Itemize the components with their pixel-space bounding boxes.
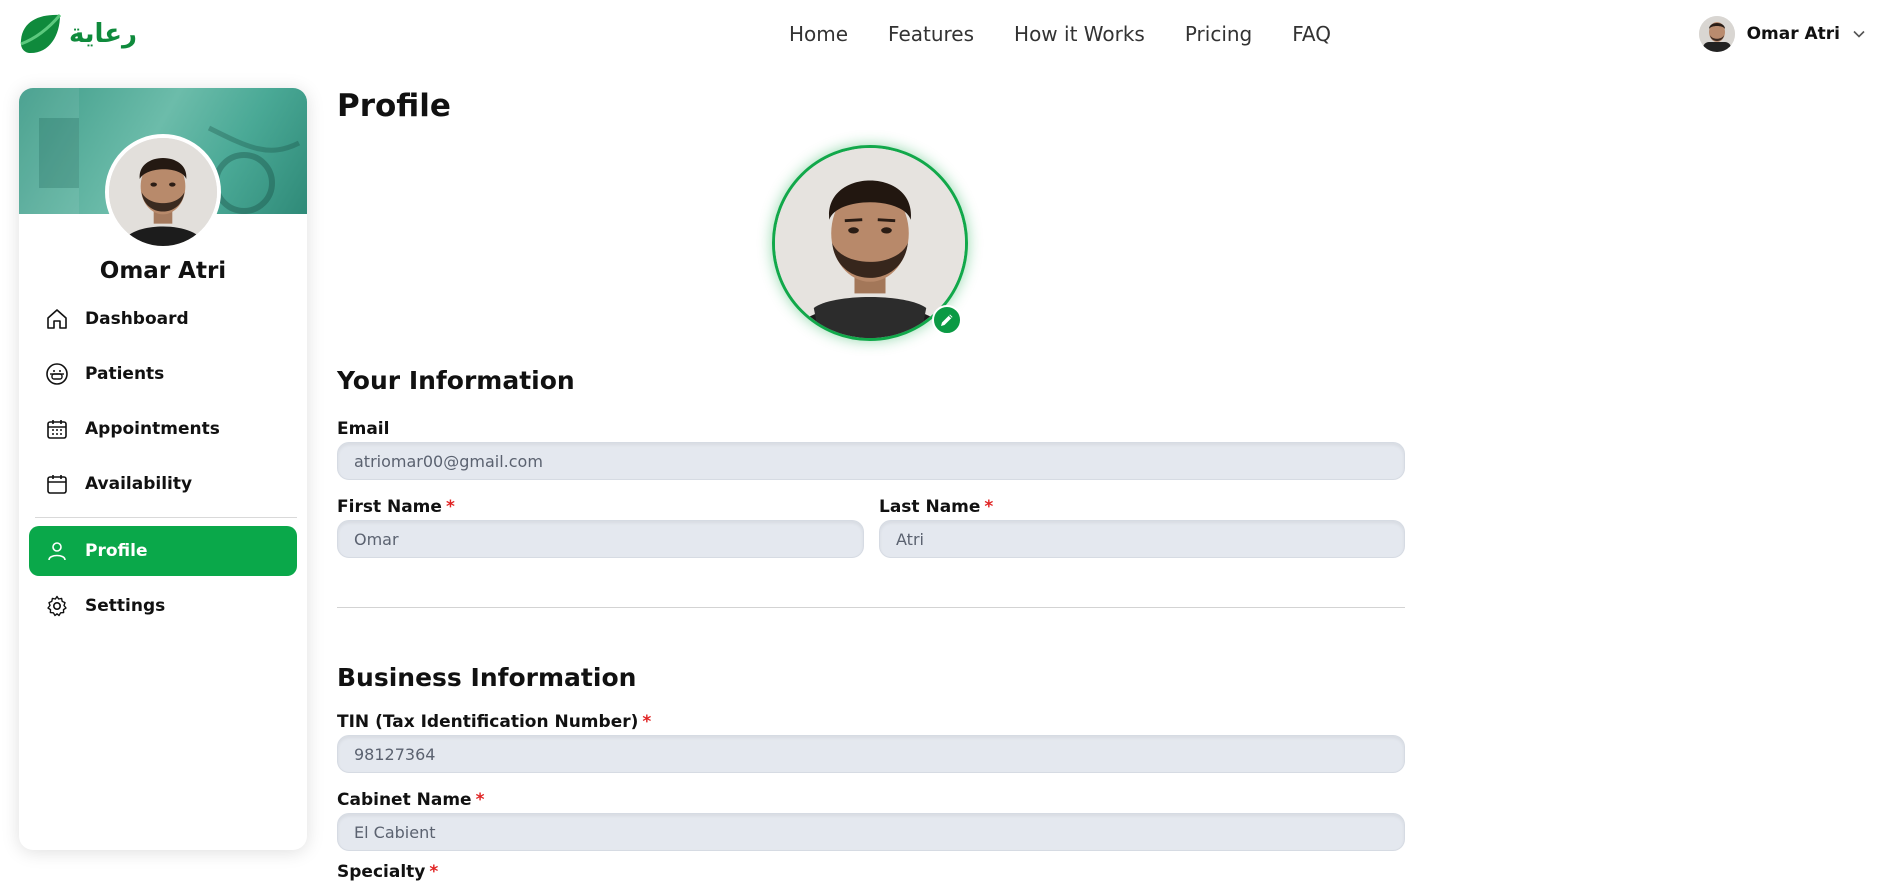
sidebar: Omar Atri Dashboard Patients Appointment… bbox=[19, 88, 307, 850]
sidebar-item-patients[interactable]: Patients bbox=[29, 349, 297, 399]
calendar-grid-icon bbox=[47, 420, 67, 439]
user-menu[interactable]: Omar Atri bbox=[1698, 14, 1866, 54]
required-mark: * bbox=[642, 712, 652, 732]
sidebar-item-label: Profile bbox=[85, 541, 148, 561]
required-mark: * bbox=[475, 790, 485, 810]
nav-how-it-works[interactable]: How it Works bbox=[1014, 22, 1145, 46]
sidebar-menu: Dashboard Patients Appointments Availabi… bbox=[29, 294, 297, 636]
nav-features[interactable]: Features bbox=[888, 22, 974, 46]
last-name-label-text: Last Name bbox=[879, 497, 981, 517]
user-portrait-icon bbox=[109, 138, 217, 246]
sidebar-divider bbox=[35, 517, 297, 518]
first-name-label-text: First Name bbox=[337, 497, 442, 517]
patient-icon bbox=[46, 363, 68, 385]
tin-field[interactable] bbox=[337, 735, 1405, 773]
sidebar-user-name: Omar Atri bbox=[99, 258, 227, 284]
required-mark: * bbox=[984, 497, 994, 517]
cabinet-name-label-text: Cabinet Name bbox=[337, 790, 472, 810]
cabinet-name-label: Cabinet Name * bbox=[337, 790, 484, 810]
business-information-title: Business Information bbox=[337, 663, 637, 692]
page-title: Profile bbox=[337, 88, 451, 124]
chevron-down-icon bbox=[1853, 30, 1865, 38]
specialty-label-text: Specialty bbox=[337, 862, 426, 882]
top-navbar: رعاية Home Features How it Works Pricing… bbox=[0, 0, 1900, 68]
edit-photo-button[interactable] bbox=[932, 305, 962, 335]
main-nav: Home Features How it Works Pricing FAQ bbox=[0, 0, 1900, 68]
profile-photo bbox=[772, 145, 968, 341]
specialty-label: Specialty * bbox=[337, 862, 438, 882]
sidebar-item-label: Appointments bbox=[85, 419, 220, 439]
last-name-field[interactable] bbox=[879, 520, 1405, 558]
nav-pricing[interactable]: Pricing bbox=[1185, 22, 1252, 46]
sidebar-item-label: Patients bbox=[85, 364, 165, 384]
sidebar-item-dashboard[interactable]: Dashboard bbox=[29, 294, 297, 344]
sidebar-item-label: Settings bbox=[85, 596, 166, 616]
avatar bbox=[1698, 16, 1735, 52]
nav-faq[interactable]: FAQ bbox=[1292, 22, 1331, 46]
sidebar-item-label: Availability bbox=[85, 474, 193, 494]
sidebar-avatar bbox=[105, 134, 221, 250]
gear-icon bbox=[47, 595, 67, 617]
tin-label-text: TIN (Tax Identification Number) bbox=[337, 712, 639, 732]
required-mark: * bbox=[429, 862, 439, 882]
tin-label: TIN (Tax Identification Number) * bbox=[337, 712, 651, 732]
pencil-icon bbox=[941, 314, 953, 326]
home-icon bbox=[47, 309, 67, 329]
email-field[interactable] bbox=[337, 442, 1405, 480]
last-name-label: Last Name * bbox=[879, 497, 993, 517]
sidebar-item-settings[interactable]: Settings bbox=[29, 581, 297, 631]
calendar-icon bbox=[47, 475, 67, 494]
sidebar-item-appointments[interactable]: Appointments bbox=[29, 404, 297, 454]
sidebar-item-profile[interactable]: Profile bbox=[29, 526, 297, 576]
first-name-label: First Name * bbox=[337, 497, 455, 517]
sidebar-item-label: Dashboard bbox=[85, 309, 189, 329]
sidebar-item-availability[interactable]: Availability bbox=[29, 459, 297, 509]
user-portrait-icon bbox=[1698, 16, 1735, 52]
required-mark: * bbox=[445, 497, 455, 517]
user-icon bbox=[48, 542, 66, 561]
nav-home[interactable]: Home bbox=[789, 22, 848, 46]
your-information-title: Your Information bbox=[337, 366, 575, 395]
first-name-field[interactable] bbox=[337, 520, 864, 558]
email-label: Email bbox=[337, 419, 389, 439]
section-divider bbox=[337, 607, 1405, 608]
user-name: Omar Atri bbox=[1746, 24, 1840, 44]
cabinet-name-field[interactable] bbox=[337, 813, 1405, 851]
email-label-text: Email bbox=[337, 419, 390, 439]
